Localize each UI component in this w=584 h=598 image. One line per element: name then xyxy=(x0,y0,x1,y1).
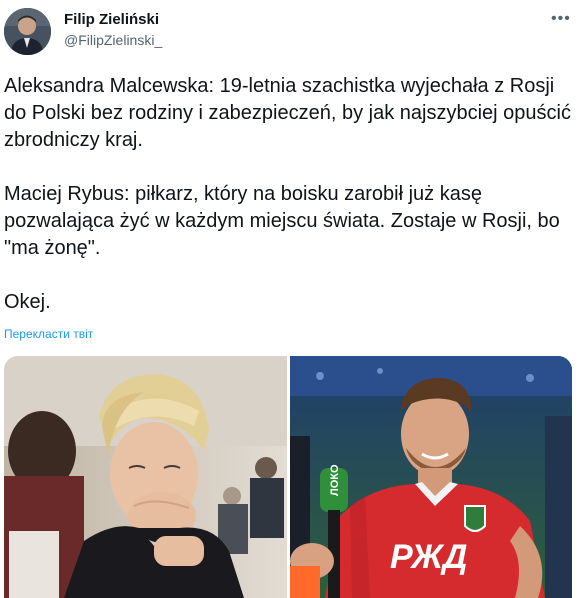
photo-footballer[interactable]: РЖД ЛОКО xyxy=(290,356,572,598)
photo-chess-player[interactable] xyxy=(4,356,287,598)
tweet-paragraph: Maciej Rybus: piłkarz, który na boisku z… xyxy=(4,183,560,259)
tweet-card: Filip Zieliński @FilipZielinski_ ••• Ale… xyxy=(0,0,584,598)
tweet-paragraph: Aleksandra Malcewska: 19-letnia szachist… xyxy=(4,75,571,151)
microphone-logo-text: ЛОКО xyxy=(329,464,341,496)
translate-tweet-link[interactable]: Перекласти твіт xyxy=(4,327,93,341)
avatar[interactable] xyxy=(4,8,51,55)
tweet-text: Aleksandra Malcewska: 19-letnia szachist… xyxy=(4,73,574,316)
author-handle[interactable]: @FilipZielinski_ xyxy=(64,32,162,48)
more-horizontal-icon[interactable]: ••• xyxy=(551,10,571,28)
tweet-paragraph: Okej. xyxy=(4,291,51,313)
author-name[interactable]: Filip Zieliński xyxy=(64,11,159,28)
jersey-sponsor-text: РЖД xyxy=(390,538,467,576)
media-grid: РЖД ЛОКО xyxy=(4,356,572,598)
